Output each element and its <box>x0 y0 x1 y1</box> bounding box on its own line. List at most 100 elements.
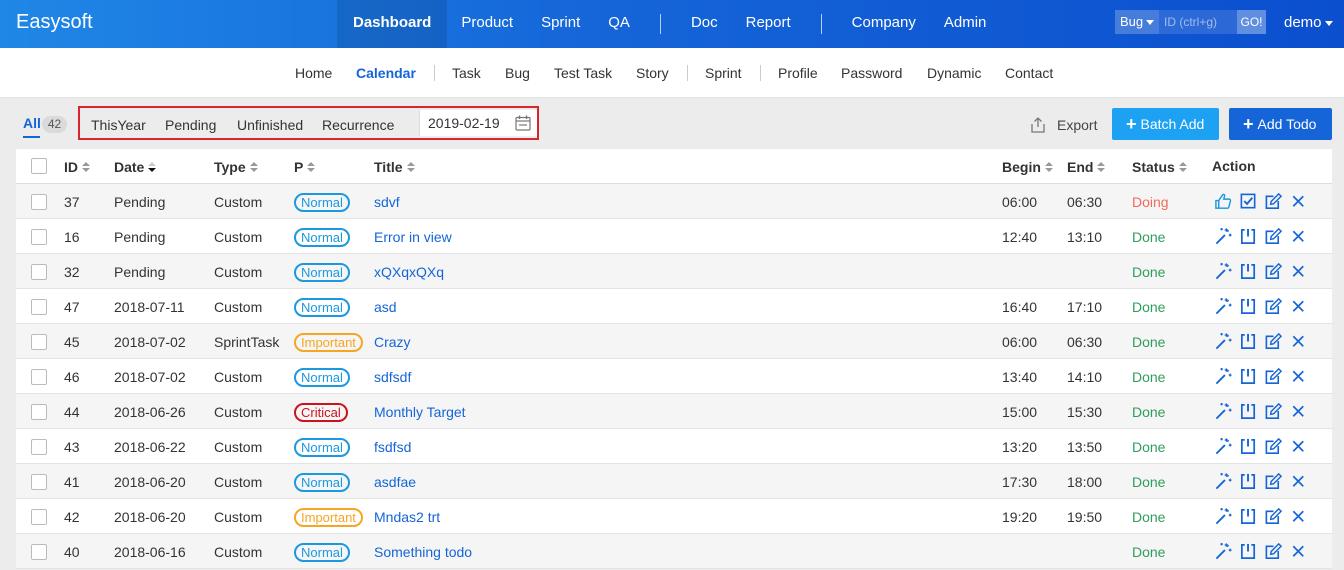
magic-wand-icon[interactable] <box>1214 472 1233 491</box>
row-checkbox[interactable] <box>31 229 47 245</box>
search-input[interactable] <box>1159 10 1237 34</box>
edit-icon[interactable] <box>1264 262 1283 281</box>
brand-logo[interactable]: Easysoft <box>16 11 93 34</box>
finish-icon[interactable] <box>1239 297 1258 316</box>
col-title[interactable]: Title <box>374 159 415 175</box>
subnav-profile[interactable]: Profile <box>778 65 818 81</box>
col-type[interactable]: Type <box>214 159 258 175</box>
todo-title-link[interactable]: sdvf <box>374 194 400 210</box>
check-square-icon[interactable] <box>1239 192 1258 211</box>
finish-icon[interactable] <box>1239 332 1258 351</box>
filter-unfinished[interactable]: Unfinished <box>237 117 303 133</box>
edit-icon[interactable] <box>1264 542 1283 561</box>
finish-icon[interactable] <box>1239 437 1258 456</box>
subnav-password[interactable]: Password <box>841 65 902 81</box>
filter-pending[interactable]: Pending <box>165 117 216 133</box>
subnav-dynamic[interactable]: Dynamic <box>927 65 981 81</box>
edit-icon[interactable] <box>1264 507 1283 526</box>
magic-wand-icon[interactable] <box>1214 262 1233 281</box>
row-checkbox[interactable] <box>31 544 47 560</box>
finish-icon[interactable] <box>1239 542 1258 561</box>
finish-icon[interactable] <box>1239 262 1258 281</box>
nav-doc[interactable]: Doc <box>677 0 732 48</box>
row-checkbox[interactable] <box>31 439 47 455</box>
date-input[interactable] <box>428 115 508 131</box>
edit-icon[interactable] <box>1264 367 1283 386</box>
user-menu[interactable]: demo <box>1284 14 1333 31</box>
col-date[interactable]: Date <box>114 159 157 175</box>
magic-wand-icon[interactable] <box>1214 297 1233 316</box>
row-checkbox[interactable] <box>31 334 47 350</box>
edit-icon[interactable] <box>1264 472 1283 491</box>
close-icon[interactable] <box>1289 262 1308 281</box>
nav-dashboard[interactable]: Dashboard <box>337 0 448 48</box>
row-checkbox[interactable] <box>31 474 47 490</box>
nav-sprint[interactable]: Sprint <box>527 0 594 48</box>
close-icon[interactable] <box>1289 472 1308 491</box>
tab-all[interactable]: All <box>23 115 41 131</box>
nav-report[interactable]: Report <box>732 0 805 48</box>
row-checkbox[interactable] <box>31 404 47 420</box>
thumbs-up-icon[interactable] <box>1214 192 1233 211</box>
search-type-dropdown[interactable]: Bug <box>1115 10 1159 34</box>
todo-title-link[interactable]: asdfae <box>374 474 416 490</box>
nav-admin[interactable]: Admin <box>930 0 1001 48</box>
magic-wand-icon[interactable] <box>1214 542 1233 561</box>
magic-wand-icon[interactable] <box>1214 332 1233 351</box>
todo-title-link[interactable]: xQXqxQXq <box>374 264 444 280</box>
row-checkbox[interactable] <box>31 369 47 385</box>
close-icon[interactable] <box>1289 297 1308 316</box>
magic-wand-icon[interactable] <box>1214 367 1233 386</box>
subnav-home[interactable]: Home <box>295 65 332 81</box>
magic-wand-icon[interactable] <box>1214 507 1233 526</box>
export-button[interactable]: Export <box>1029 114 1097 136</box>
search-go-button[interactable]: GO! <box>1237 10 1266 34</box>
nav-product[interactable]: Product <box>447 0 527 48</box>
todo-title-link[interactable]: sdfsdf <box>374 369 411 385</box>
close-icon[interactable] <box>1289 507 1308 526</box>
todo-title-link[interactable]: Mndas2 trt <box>374 509 440 525</box>
calendar-icon[interactable] <box>515 115 531 131</box>
subnav-contact[interactable]: Contact <box>1005 65 1053 81</box>
select-all-checkbox[interactable] <box>31 158 47 174</box>
batch-add-button[interactable]: + Batch Add <box>1112 108 1219 140</box>
nav-company[interactable]: Company <box>838 0 930 48</box>
subnav-test-task[interactable]: Test Task <box>554 65 612 81</box>
subnav-sprint[interactable]: Sprint <box>705 65 742 81</box>
close-icon[interactable] <box>1289 367 1308 386</box>
row-checkbox[interactable] <box>31 264 47 280</box>
edit-icon[interactable] <box>1264 437 1283 456</box>
close-icon[interactable] <box>1289 227 1308 246</box>
row-checkbox[interactable] <box>31 299 47 315</box>
close-icon[interactable] <box>1289 542 1308 561</box>
edit-icon[interactable] <box>1264 402 1283 421</box>
finish-icon[interactable] <box>1239 227 1258 246</box>
edit-icon[interactable] <box>1264 332 1283 351</box>
subnav-story[interactable]: Story <box>636 65 669 81</box>
magic-wand-icon[interactable] <box>1214 227 1233 246</box>
subnav-calendar[interactable]: Calendar <box>356 65 416 81</box>
finish-icon[interactable] <box>1239 507 1258 526</box>
todo-title-link[interactable]: asd <box>374 299 397 315</box>
close-icon[interactable] <box>1289 332 1308 351</box>
subnav-task[interactable]: Task <box>452 65 481 81</box>
magic-wand-icon[interactable] <box>1214 402 1233 421</box>
col-begin[interactable]: Begin <box>1002 159 1053 175</box>
close-icon[interactable] <box>1289 192 1308 211</box>
subnav-bug[interactable]: Bug <box>505 65 530 81</box>
row-checkbox[interactable] <box>31 194 47 210</box>
magic-wand-icon[interactable] <box>1214 437 1233 456</box>
col-priority[interactable]: P <box>294 159 316 175</box>
finish-icon[interactable] <box>1239 367 1258 386</box>
close-icon[interactable] <box>1289 402 1308 421</box>
finish-icon[interactable] <box>1239 402 1258 421</box>
todo-title-link[interactable]: Crazy <box>374 334 411 350</box>
finish-icon[interactable] <box>1239 472 1258 491</box>
filter-recurrence[interactable]: Recurrence <box>322 117 394 133</box>
add-todo-button[interactable]: + Add Todo <box>1229 108 1332 140</box>
todo-title-link[interactable]: Monthly Target <box>374 404 466 420</box>
row-checkbox[interactable] <box>31 509 47 525</box>
todo-title-link[interactable]: Something todo <box>374 544 472 560</box>
edit-icon[interactable] <box>1264 227 1283 246</box>
todo-title-link[interactable]: Error in view <box>374 229 452 245</box>
